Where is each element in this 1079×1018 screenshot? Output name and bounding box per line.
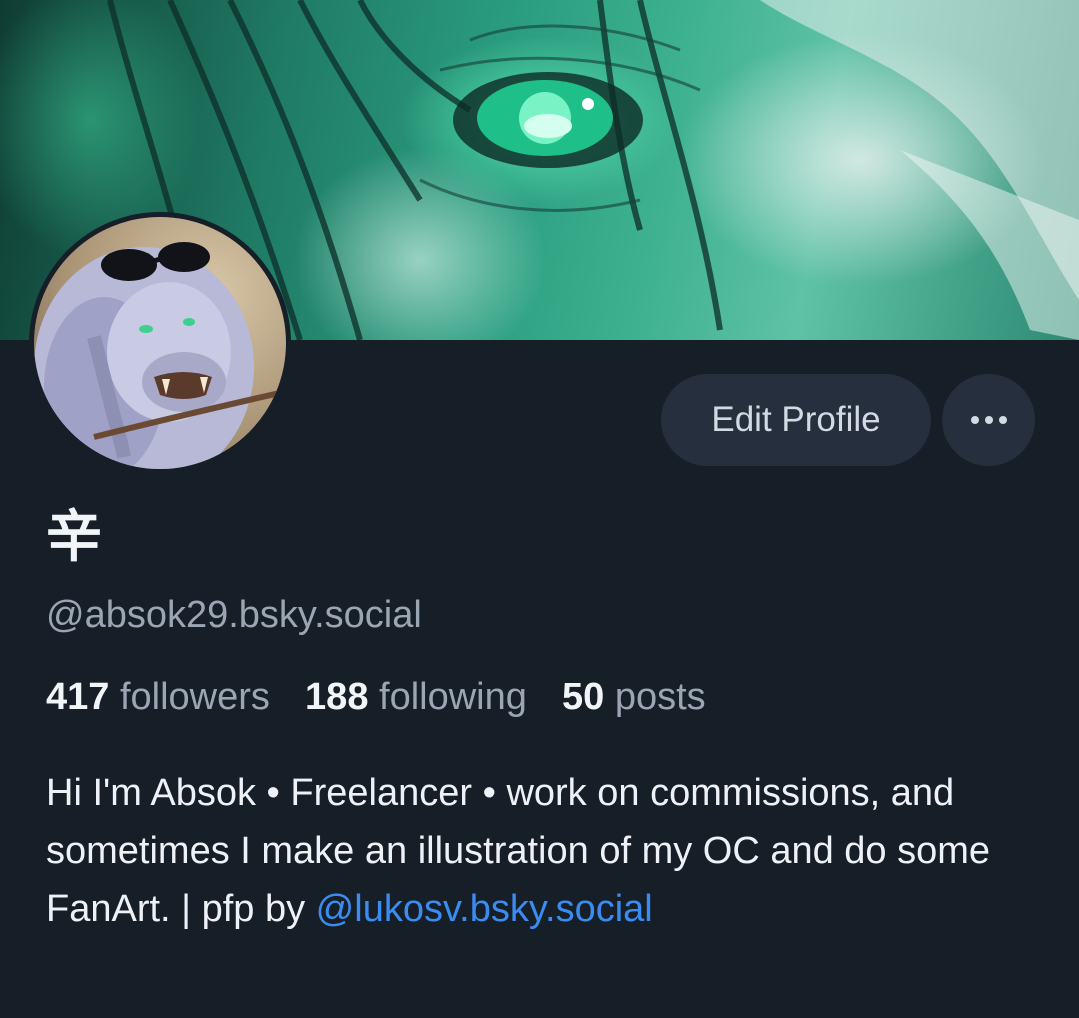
following-label: following <box>379 676 527 718</box>
following-stat[interactable]: 188 following <box>305 676 537 718</box>
posts-stat: 50 posts <box>562 676 706 718</box>
profile-bio: Hi I'm Absok • Freelancer • work on comm… <box>46 764 1036 938</box>
edit-profile-button[interactable]: Edit Profile <box>661 374 931 466</box>
posts-label: posts <box>614 676 706 718</box>
profile-stats: 417 followers 188 following 50 posts <box>46 672 706 722</box>
posts-count: 50 <box>562 676 605 718</box>
following-count: 188 <box>305 676 369 718</box>
more-options-button[interactable] <box>942 374 1035 466</box>
followers-label: followers <box>119 676 270 718</box>
display-name: 辛 <box>46 505 102 570</box>
followers-count: 417 <box>46 676 110 718</box>
avatar[interactable] <box>29 212 291 474</box>
ellipsis-icon <box>968 416 1010 424</box>
avatar-image <box>34 217 286 469</box>
profile-screen: Edit Profile 辛 @absok29.bsky.social 417 … <box>0 0 1079 1018</box>
edit-profile-label: Edit Profile <box>711 400 881 439</box>
profile-handle: @absok29.bsky.social <box>46 594 422 636</box>
followers-stat[interactable]: 417 followers <box>46 676 280 718</box>
bio-mention-link[interactable]: @lukosv.bsky.social <box>316 888 653 930</box>
